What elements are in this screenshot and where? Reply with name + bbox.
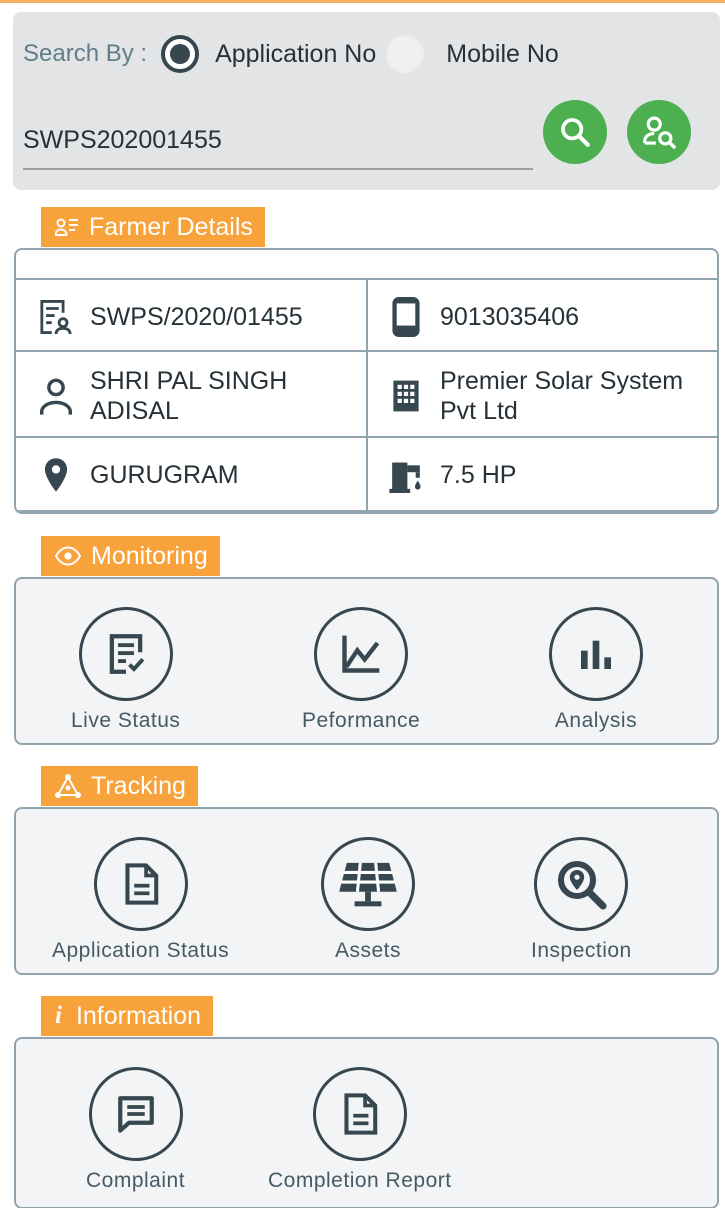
assets-button[interactable]: Assets xyxy=(321,837,415,963)
search-card: Search By : Application No Mobile No xyxy=(13,12,720,190)
application-id-icon xyxy=(40,300,72,335)
district-cell: GURUGRAM xyxy=(36,448,239,502)
performance-circle[interactable] xyxy=(314,607,409,701)
application-no-value: SWPS/2020/01455 xyxy=(90,302,303,331)
inspection-circle[interactable] xyxy=(534,837,629,931)
assets-label: Assets xyxy=(334,939,402,962)
analysis-label: Analysis xyxy=(554,709,638,732)
user-search-button[interactable] xyxy=(627,100,691,164)
mobile-value: 9013035406 xyxy=(440,302,580,331)
tracking-tag: Tracking xyxy=(41,766,198,806)
application-status-label: Application Status xyxy=(52,939,230,962)
top-accent-line xyxy=(0,0,725,3)
district-value: GURUGRAM xyxy=(90,460,239,489)
analysis-button[interactable]: Analysis xyxy=(549,607,643,733)
live-status-label: Live Status xyxy=(71,709,181,732)
solar-panel-icon xyxy=(339,862,397,907)
location-search-icon xyxy=(558,861,607,910)
document-icon xyxy=(124,863,158,905)
tracking-title: Tracking xyxy=(91,771,186,800)
search-by-label: Search By : xyxy=(23,40,148,67)
analysis-circle[interactable] xyxy=(549,607,643,701)
user-search-icon xyxy=(643,116,676,149)
application-status-button[interactable]: Application Status xyxy=(52,837,229,963)
person-icon xyxy=(40,378,72,415)
assets-circle[interactable] xyxy=(321,837,415,931)
completion-report-label: Completion Report xyxy=(268,1169,452,1192)
live-status-circle[interactable] xyxy=(78,607,173,701)
pump-capacity-value: 7.5 HP xyxy=(440,460,517,489)
complaint-circle[interactable] xyxy=(88,1067,183,1161)
tracking-nodes-icon xyxy=(55,774,81,798)
information-panel: Complaint Completion Report xyxy=(14,1037,719,1208)
vendor-line2: Pvt Ltd xyxy=(440,397,518,425)
water-pump-icon xyxy=(389,462,421,493)
search-icon xyxy=(561,118,590,147)
tracking-panel: Application Status Assets Inspection xyxy=(14,807,719,975)
search-button[interactable] xyxy=(543,100,607,164)
farmer-name-line2: ADISAL xyxy=(90,397,179,425)
mobile-cell: 9013035406 xyxy=(386,290,579,344)
farmer-name-line1: SHRI PAL SINGH xyxy=(90,367,288,395)
mobile-phone-icon xyxy=(392,297,420,337)
information-title: Information xyxy=(75,1001,202,1030)
monitoring-title: Monitoring xyxy=(91,541,208,570)
completion-report-circle[interactable] xyxy=(312,1067,407,1161)
application-no-cell: SWPS/2020/01455 xyxy=(36,290,303,344)
live-status-button[interactable]: Live Status xyxy=(71,607,180,733)
farmer-details-tag: Farmer Details xyxy=(41,207,265,247)
radio-mobile-no[interactable] xyxy=(386,35,425,73)
document-icon xyxy=(344,1093,378,1135)
farmer-details-panel: SWPS/2020/01455 9013035406 SHRI PAL SING… xyxy=(14,248,719,514)
farmer-name-cell: SHRI PAL SINGH ADISAL xyxy=(36,362,287,430)
location-pin-icon xyxy=(44,458,68,492)
line-chart-icon xyxy=(342,635,380,673)
user-list-icon xyxy=(55,218,78,236)
application-number-input[interactable] xyxy=(23,112,533,170)
complaint-label: Complaint xyxy=(86,1169,186,1192)
farmer-details-title: Farmer Details xyxy=(89,212,253,241)
monitoring-tag: Monitoring xyxy=(41,536,220,576)
application-status-circle[interactable] xyxy=(93,837,188,931)
pump-cell: 7.5 HP xyxy=(386,448,516,502)
inspection-button[interactable]: Inspection xyxy=(531,837,632,963)
checklist-icon xyxy=(109,634,144,674)
inspection-label: Inspection xyxy=(531,939,632,962)
radio-mobile-no-label[interactable]: Mobile No xyxy=(446,40,559,69)
radio-application-no-label[interactable]: Application No xyxy=(215,40,376,69)
bar-chart-icon xyxy=(581,640,611,669)
complaint-button[interactable]: Complaint xyxy=(86,1067,185,1193)
information-tag: i Information xyxy=(41,996,214,1036)
eye-icon xyxy=(55,546,81,566)
performance-button[interactable]: Peformance xyxy=(302,607,420,733)
completion-report-button[interactable]: Completion Report xyxy=(268,1067,452,1193)
monitoring-panel: Live Status Peformance Analysis xyxy=(14,577,719,745)
vendor-cell: Premier Solar System Pvt Ltd xyxy=(386,362,683,430)
info-icon: i xyxy=(55,1002,62,1029)
vendor-line1: Premier Solar System xyxy=(440,367,684,395)
divider xyxy=(366,278,368,512)
building-icon xyxy=(393,380,419,412)
radio-application-no[interactable] xyxy=(161,35,200,73)
chat-icon xyxy=(117,1096,154,1133)
performance-label: Peformance xyxy=(302,709,421,732)
search-type-row: Search By : Application No Mobile No xyxy=(23,34,567,74)
